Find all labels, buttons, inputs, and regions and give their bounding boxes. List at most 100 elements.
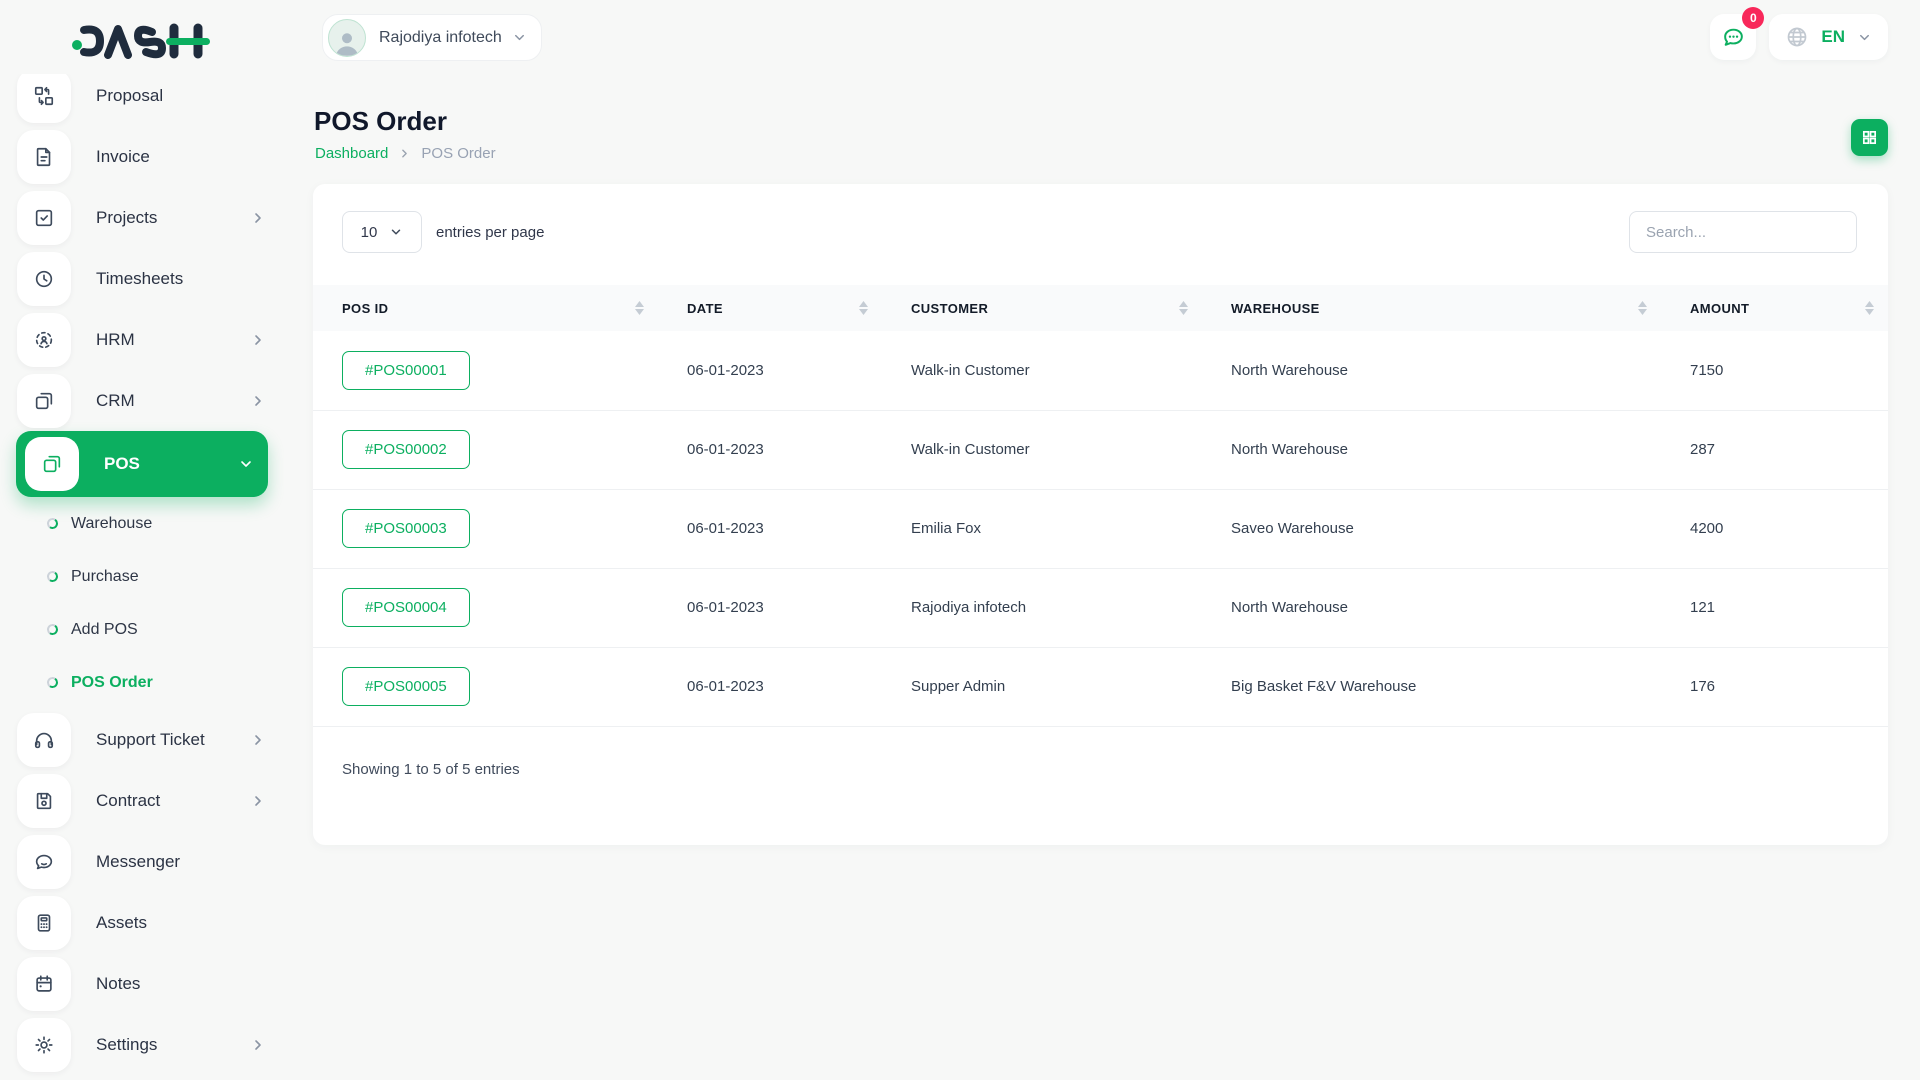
sidebar-subitem-label: Purchase: [71, 567, 139, 585]
projects-icon: [17, 190, 71, 245]
contract-icon: [17, 773, 71, 828]
table-row: #POS00004 06-01-2023 Rajodiya infotech N…: [313, 568, 1888, 648]
gear-icon: [17, 1017, 71, 1072]
cell-amount: 121: [1661, 568, 1888, 648]
chevron-right-icon: [250, 1037, 266, 1053]
column-header-pos-id[interactable]: POS ID: [313, 285, 658, 331]
chevron-right-icon: [250, 393, 266, 409]
person-icon: [335, 32, 359, 56]
sidebar-subitem-label: Add POS: [71, 620, 138, 638]
table-row: #POS00003 06-01-2023 Emilia Fox Saveo Wa…: [313, 489, 1888, 569]
sidebar-item-timesheets[interactable]: Timesheets: [0, 248, 284, 309]
sort-icon: [859, 301, 868, 315]
cell-warehouse: Saveo Warehouse: [1202, 489, 1661, 569]
cell-warehouse: Big Basket F&V Warehouse: [1202, 647, 1661, 727]
sidebar-item-label: Invoice: [96, 146, 150, 166]
brand-logo[interactable]: [70, 22, 210, 60]
calendar-icon: [17, 956, 71, 1011]
sidebar-item-label: CRM: [96, 390, 135, 410]
topbar-actions: 0 EN: [1710, 7, 1888, 60]
sidebar-item-label: Proposal: [96, 85, 164, 105]
grid-view-button[interactable]: [1851, 119, 1888, 156]
sidebar-subitem-label: POS Order: [71, 673, 153, 691]
bullet-icon: [46, 570, 59, 583]
column-header-date[interactable]: DATE: [658, 285, 882, 331]
pos-id-button[interactable]: #POS00002: [342, 430, 470, 469]
column-header-amount[interactable]: AMOUNT: [1661, 285, 1888, 331]
dash-logo-icon: [72, 23, 210, 59]
sidebar-item-pos[interactable]: POS: [16, 431, 268, 497]
cell-date: 06-01-2023: [658, 647, 882, 727]
crm-icon: [17, 373, 71, 428]
globe-icon: [1788, 27, 1807, 47]
sidebar-menu: Proposal Invoice Projects Timesheets HRM…: [0, 74, 284, 1080]
sidebar-item-label: Support Ticket: [96, 729, 205, 749]
hrm-icon: [17, 312, 71, 367]
sort-icon: [635, 301, 644, 315]
sidebar-item-label: Assets: [96, 912, 148, 932]
sidebar-item-hrm[interactable]: HRM: [0, 309, 284, 370]
chevron-right-icon: [398, 147, 411, 160]
column-header-customer[interactable]: CUSTOMER: [882, 285, 1202, 331]
sidebar-subitem-warehouse[interactable]: Warehouse: [0, 497, 284, 550]
sidebar-item-invoice[interactable]: Invoice: [0, 126, 284, 187]
table-row: #POS00001 06-01-2023 Walk-in Customer No…: [313, 331, 1888, 411]
chat-icon: [1724, 28, 1743, 46]
bullet-icon: [46, 676, 59, 689]
pos-id-button[interactable]: #POS00003: [342, 509, 470, 548]
sidebar-item-assets[interactable]: Assets: [0, 892, 284, 953]
cell-date: 06-01-2023: [658, 568, 882, 648]
sidebar-subitem-add-pos[interactable]: Add POS: [0, 603, 284, 656]
table-row: #POS00002 06-01-2023 Walk-in Customer No…: [313, 410, 1888, 490]
table-row: #POS00005 06-01-2023 Supper Admin Big Ba…: [313, 647, 1888, 727]
workspace-selector[interactable]: Rajodiya infotech: [322, 14, 542, 61]
sidebar-item-label: Messenger: [96, 851, 181, 871]
bullet-icon: [46, 623, 59, 636]
page-size-select[interactable]: 10: [342, 211, 422, 253]
chevron-right-icon: [250, 210, 266, 226]
chevron-down-icon: [512, 30, 527, 45]
grid-icon: [1862, 130, 1877, 145]
pos-id-button[interactable]: #POS00004: [342, 588, 470, 627]
sidebar-item-projects[interactable]: Projects: [0, 187, 284, 248]
sidebar-subitem-pos-order[interactable]: POS Order: [0, 656, 284, 709]
sidebar-subitem-label: Warehouse: [71, 514, 153, 532]
entries-per-page-label: entries per page: [436, 223, 545, 241]
sidebar-item-support-ticket[interactable]: Support Ticket: [0, 709, 284, 770]
sidebar-item-label: Timesheets: [96, 268, 184, 288]
sidebar-subitem-purchase[interactable]: Purchase: [0, 550, 284, 603]
table-header-row: POS ID DATE CUSTOMER WAREHOUSE AMOUNT: [313, 285, 1888, 331]
sidebar-item-contract[interactable]: Contract: [0, 770, 284, 831]
language-selector[interactable]: EN: [1769, 14, 1888, 60]
chevron-down-icon: [238, 456, 254, 472]
column-header-warehouse[interactable]: WAREHOUSE: [1202, 285, 1661, 331]
sidebar-item-settings[interactable]: Settings: [0, 1014, 284, 1075]
cell-customer: Supper Admin: [882, 647, 1202, 727]
breadcrumb: Dashboard POS Order: [315, 145, 496, 162]
sidebar-item-notes[interactable]: Notes: [0, 953, 284, 1014]
sidebar-item-proposal[interactable]: Proposal: [0, 74, 284, 126]
chevron-right-icon: [250, 793, 266, 809]
chevron-right-icon: [250, 732, 266, 748]
search-input[interactable]: [1629, 211, 1857, 253]
cell-amount: 176: [1661, 647, 1888, 727]
sidebar-item-messenger[interactable]: Messenger: [0, 831, 284, 892]
pos-order-table: POS ID DATE CUSTOMER WAREHOUSE AMOUNT #P…: [313, 285, 1888, 727]
chat-button[interactable]: 0: [1710, 7, 1765, 60]
cell-customer: Walk-in Customer: [882, 410, 1202, 490]
breadcrumb-current: POS Order: [421, 145, 496, 162]
sort-icon: [1179, 301, 1188, 315]
bullet-icon: [46, 517, 59, 530]
calculator-icon: [17, 895, 71, 950]
messenger-icon: [17, 834, 71, 889]
chevron-down-icon: [392, 229, 401, 235]
pos-id-button[interactable]: #POS00001: [342, 350, 470, 390]
pos-id-button[interactable]: #POS00005: [342, 667, 470, 706]
breadcrumb-dashboard-link[interactable]: Dashboard: [315, 145, 388, 162]
sidebar-item-label: HRM: [96, 329, 135, 349]
sidebar-item-crm[interactable]: CRM: [0, 370, 284, 431]
headphones-icon: [17, 712, 71, 767]
timesheets-icon: [17, 251, 71, 306]
proposal-icon: [17, 74, 71, 123]
sidebar-item-label: Contract: [96, 790, 161, 810]
